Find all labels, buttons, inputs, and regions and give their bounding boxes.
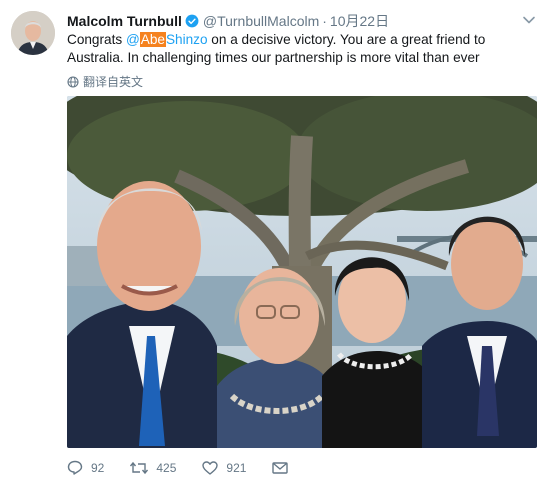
heart-icon [202, 460, 219, 475]
reply-button[interactable]: 92 [67, 460, 104, 475]
tweet-photo[interactable] [67, 96, 537, 448]
photo-image [67, 96, 537, 448]
retweet-button[interactable]: 425 [130, 461, 176, 475]
tweet-date[interactable]: 10月22日 [330, 11, 389, 31]
dm-button[interactable] [272, 461, 296, 474]
reply-icon [67, 460, 83, 475]
avatar[interactable] [11, 11, 55, 55]
mention-name[interactable]: Shinzo [166, 32, 208, 47]
reply-count: 92 [91, 460, 105, 475]
globe-icon [67, 75, 79, 88]
like-count: 921 [226, 460, 247, 475]
translate-label: 翻译自英文 [83, 75, 144, 89]
tweet-text-before: Congrats [67, 32, 126, 47]
envelope-icon [272, 461, 289, 474]
mention-highlight[interactable]: Abe [139, 32, 166, 47]
tweet-text: Congrats @AbeShinzo on a decisive victor… [67, 31, 537, 67]
retweet-icon [130, 461, 149, 474]
tweet-actions: 92 425 921 [67, 460, 322, 475]
verified-badge-icon [185, 14, 199, 28]
mention-at[interactable]: @ [126, 32, 140, 47]
chevron-down-icon[interactable] [522, 13, 536, 27]
translate-link[interactable]: 翻译自英文 [67, 73, 143, 90]
author-handle[interactable]: @TurnbullMalcolm [203, 13, 319, 29]
like-button[interactable]: 921 [202, 461, 246, 475]
retweet-count: 425 [156, 460, 177, 475]
separator-dot: · [322, 13, 327, 29]
author-name[interactable]: Malcolm Turnbull [67, 13, 182, 29]
tweet-card: Malcolm Turnbull @TurnbullMalcolm · 10月2… [0, 0, 550, 485]
tweet-header: Malcolm Turnbull @TurnbullMalcolm · 10月2… [67, 11, 520, 31]
